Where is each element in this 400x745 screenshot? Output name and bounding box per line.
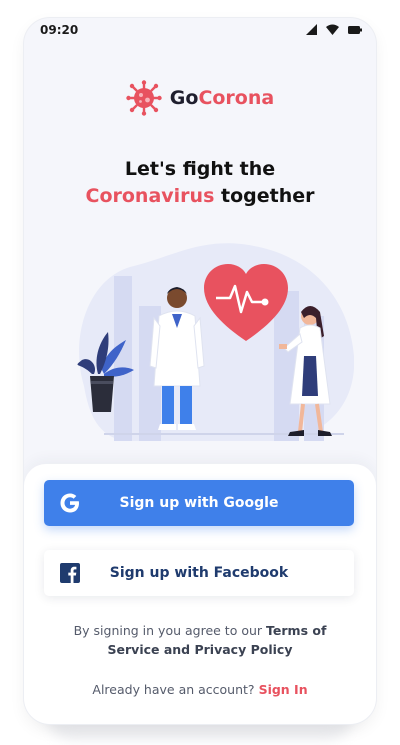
signin-row: Already have an account? Sign In <box>24 682 376 697</box>
headline-line1: Let's fight the <box>124 158 276 180</box>
facebook-icon <box>60 563 80 583</box>
facebook-signup-button[interactable]: Sign up with Facebook <box>44 550 354 596</box>
status-bar: 09:20 <box>24 18 376 44</box>
facebook-signup-label: Sign up with Facebook <box>109 565 289 581</box>
auth-panel: Sign up with Google Sign up with Faceboo… <box>24 464 376 724</box>
status-time: 09:20 <box>40 23 79 37</box>
brand-name: GoCorona <box>170 87 274 109</box>
page-title: Let's fight the Coronavirus together <box>24 156 376 210</box>
virus-logo-icon <box>126 80 162 116</box>
headline-line2: Coronavirus together <box>24 183 376 210</box>
phone-screen: 09:20 GoCorona Let's fight the Coronavir… <box>24 18 376 724</box>
brand-name-accent: Corona <box>198 87 275 109</box>
headline-accent: Coronavirus <box>85 185 215 207</box>
status-icons <box>306 24 362 35</box>
wifi-icon <box>326 24 339 35</box>
brand-name-prefix: Go <box>169 87 199 109</box>
signin-prompt: Already have an account? <box>92 682 255 697</box>
google-signup-button[interactable]: Sign up with Google <box>44 480 354 526</box>
battery-icon <box>348 25 362 34</box>
terms-prefix: By signing in you agree to our <box>73 623 263 638</box>
brand-logo: GoCorona <box>24 80 376 116</box>
google-icon <box>60 493 79 513</box>
terms-text: By signing in you agree to our Terms of … <box>54 621 346 659</box>
headline-rest: together <box>221 185 315 207</box>
doctors-illustration <box>77 243 354 441</box>
signal-icon <box>306 24 317 35</box>
google-signup-label: Sign up with Google <box>119 495 279 511</box>
signin-link[interactable]: Sign In <box>259 682 308 697</box>
